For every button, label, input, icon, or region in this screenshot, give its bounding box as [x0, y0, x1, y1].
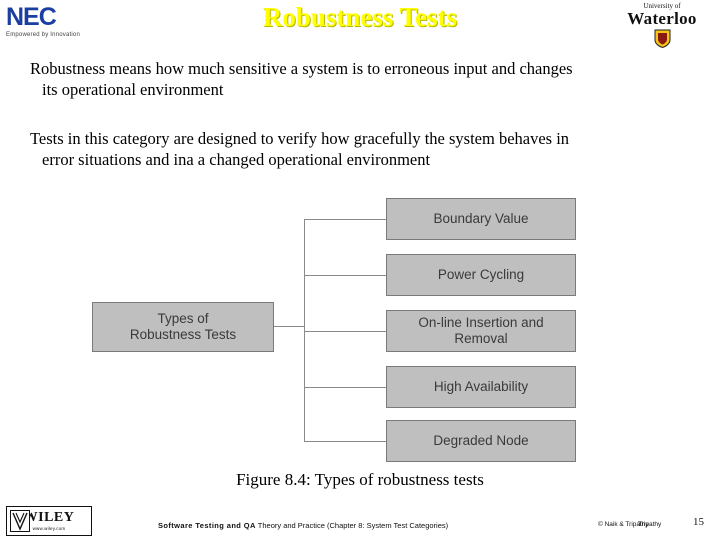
- university-of-waterloo-logo: University of Waterloo: [612, 2, 712, 53]
- diagram-node-online-insertion-removal-label: On-line Insertion and Removal: [418, 315, 544, 346]
- paragraph-robustness-definition: Robustness means how much sensitive a sy…: [30, 58, 702, 100]
- diagram-node-root-line1: Types of: [157, 311, 209, 326]
- connector-root-stub: [274, 326, 304, 327]
- diagram-node-root: Types of Robustness Tests: [92, 302, 274, 352]
- robustness-tests-diagram: Types of Robustness Tests Boundary Value…: [88, 190, 632, 462]
- paragraph-2-line-2: error situations and ina a changed opera…: [42, 150, 431, 169]
- wiley-emblem-icon: [10, 510, 30, 532]
- diagram-node-online-insertion-removal: On-line Insertion and Removal: [386, 310, 576, 352]
- paragraph-1-line-1: Robustness means how much sensitive a sy…: [30, 59, 573, 78]
- footer-source: Software Testing and QA Theory and Pract…: [158, 521, 448, 530]
- figure-caption: Figure 8.4: Types of robustness tests: [236, 470, 484, 489]
- connector-branch-1: [304, 275, 386, 276]
- connector-branch-3: [304, 387, 386, 388]
- footer-copyright-overlap: Tripathy: [638, 521, 662, 528]
- connector-spine: [304, 219, 305, 441]
- wiley-wordmark: WILEY: [23, 510, 75, 525]
- connector-branch-0: [304, 219, 386, 220]
- footer-source-rest: Theory and Practice (Chapter 8: System T…: [257, 521, 449, 530]
- diagram-node-high-availability: High Availability: [386, 366, 576, 408]
- diagram-node-power-cycling: Power Cycling: [386, 254, 576, 296]
- uw-logo-line2: Waterloo: [627, 9, 697, 28]
- diagram-node-root-line2: Robustness Tests: [129, 327, 237, 342]
- uw-shield-icon: [654, 29, 670, 49]
- footer-source-bold: Software Testing and QA: [158, 521, 256, 530]
- paragraph-2-line-1: Tests in this category are designed to v…: [30, 129, 570, 148]
- diagram-node-degraded-node: Degraded Node: [386, 420, 576, 462]
- connector-branch-4: [304, 441, 386, 442]
- page-number: 15: [693, 516, 704, 528]
- connector-branch-2: [304, 331, 386, 332]
- paragraph-1-line-2: its operational environment: [42, 80, 224, 99]
- paragraph-tests-description: Tests in this category are designed to v…: [30, 128, 702, 170]
- wiley-sub-label: www.wiley.com: [32, 526, 66, 531]
- wiley-logo: WILEY www.wiley.com: [6, 506, 92, 536]
- diagram-node-boundary-value: Boundary Value: [386, 198, 576, 240]
